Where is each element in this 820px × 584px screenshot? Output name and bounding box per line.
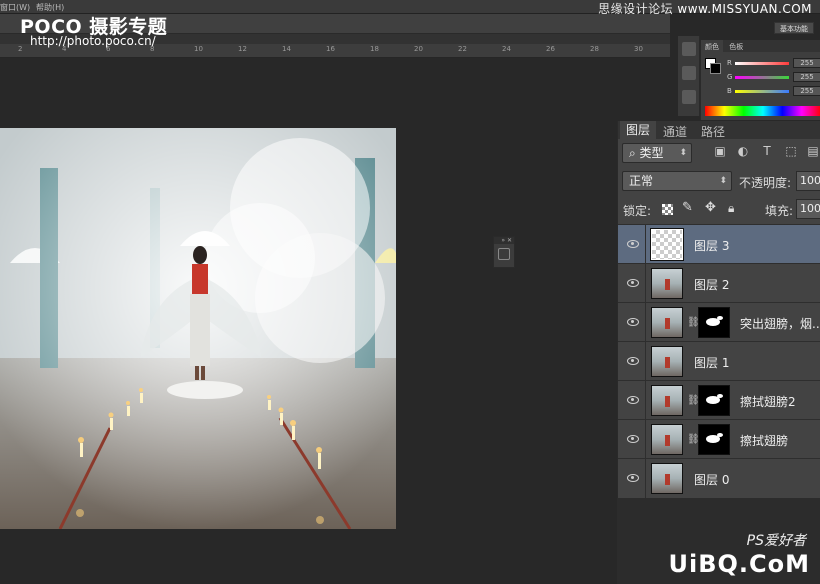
background-color-swatch[interactable]	[710, 63, 721, 74]
color-g-label: G	[727, 73, 733, 81]
lock-position-move-icon[interactable]: ✥	[705, 200, 716, 215]
visibility-eye-icon[interactable]	[627, 473, 639, 482]
adjustment-filter-icon[interactable]: ◐	[737, 145, 749, 157]
layer-mask-thumbnail[interactable]	[698, 385, 730, 416]
visibility-eye-icon[interactable]	[627, 434, 639, 443]
histogram-icon[interactable]	[681, 66, 696, 80]
lock-label: 锁定:	[623, 204, 652, 218]
lock-all-icon[interactable]: 🔒︎	[728, 201, 734, 216]
layer-name[interactable]: 图层 3	[694, 237, 729, 254]
layer-name[interactable]: 突出翅膀，烟...	[740, 315, 820, 332]
poco-logo: POCO 摄影专题 http://photo.poco.cn/	[20, 12, 167, 48]
tab-channels[interactable]: 通道	[663, 123, 687, 140]
layer-row[interactable]: 图层 1	[618, 341, 820, 381]
dock-collapse-icon[interactable]: » ✕	[494, 237, 514, 244]
color-b-value[interactable]: 255	[793, 86, 820, 96]
watermark-top: 思缘设计论坛 www.MISSYUAN.COM	[598, 0, 812, 16]
layer-filter-value: 类型	[639, 146, 664, 160]
layer-row[interactable]: ⛓ 擦拭翅膀2	[618, 380, 820, 420]
layer-row-divider	[645, 303, 646, 342]
layers-panel-tabs: 图层 通道 路径	[618, 121, 820, 139]
layer-name[interactable]: 图层 0	[694, 471, 729, 488]
layer-name[interactable]: 图层 2	[694, 276, 729, 293]
blend-mode-select[interactable]: 正常 ⬍	[622, 171, 732, 191]
layer-list: 图层 3 图层 2 ⛓ 突出翅膀，烟... 图层 1 ⛓ 擦拭翅膀2 ⛓ 擦拭翅膀图层 0	[618, 224, 820, 498]
properties-icon[interactable]	[498, 248, 510, 260]
color-g-value[interactable]: 255	[793, 72, 820, 82]
layer-name[interactable]: 擦拭翅膀	[740, 432, 788, 449]
layer-row[interactable]: ⛓ 突出翅膀，烟...	[618, 302, 820, 342]
tab-swatches[interactable]: 色板	[725, 40, 747, 54]
smart-object-filter-icon[interactable]: ▤	[807, 145, 819, 157]
layers-panel: 图层 通道 路径 ⌕ 类型 ⬍ ▣ ◐ T ⬚ ▤ 正常 ⬍ 不透明度: 100…	[617, 121, 820, 498]
color-b-label: B	[727, 87, 732, 95]
updown-icon: ⬍	[679, 148, 687, 158]
tab-paths[interactable]: 路径	[701, 123, 725, 140]
color-row-b: B 255	[727, 86, 820, 98]
color-spectrum[interactable]	[705, 106, 820, 116]
watermark-top-url: www.MISSYUAN.COM	[677, 2, 812, 16]
opacity-label: 不透明度:	[739, 176, 792, 190]
layer-row-divider	[645, 225, 646, 264]
watermark-site: UiBQ.CoM	[668, 550, 810, 578]
updown-icon: ⬍	[719, 176, 727, 186]
layer-thumbnail[interactable]	[650, 228, 684, 261]
visibility-eye-icon[interactable]	[627, 239, 639, 248]
panel-icon-strip	[678, 36, 700, 116]
watermark-ps: PS爱好者	[746, 533, 806, 549]
layer-thumbnail[interactable]	[651, 346, 683, 377]
color-g-slider[interactable]	[735, 76, 789, 79]
visibility-eye-icon[interactable]	[627, 395, 639, 404]
color-row-g: G 255	[727, 72, 820, 84]
layer-mask-thumbnail[interactable]	[698, 424, 730, 455]
layer-row-divider	[645, 264, 646, 303]
layer-name[interactable]: 图层 1	[694, 354, 729, 371]
layer-thumbnail[interactable]	[651, 385, 683, 416]
layer-mask-thumbnail[interactable]	[698, 307, 730, 338]
opacity-input[interactable]: 100	[796, 171, 820, 191]
tab-color[interactable]: 颜色	[701, 40, 723, 54]
color-r-label: R	[727, 59, 732, 67]
search-icon: ⌕	[629, 146, 640, 160]
layer-row[interactable]: 图层 2	[618, 263, 820, 303]
blend-mode-value: 正常	[629, 174, 654, 188]
color-panel: 颜色 色板 R 255 G 255 B 255	[700, 40, 820, 120]
color-r-value[interactable]: 255	[793, 58, 820, 68]
fill-input[interactable]: 100	[796, 199, 820, 219]
color-panel-tabs: 颜色 色板	[701, 40, 820, 54]
lock-transparent-icon[interactable]	[662, 204, 673, 215]
layer-row[interactable]: ⛓ 擦拭翅膀	[618, 419, 820, 459]
adjustments-icon[interactable]	[681, 42, 696, 56]
image-filter-icon[interactable]: ▣	[714, 145, 726, 157]
tab-layers[interactable]: 图层	[620, 121, 657, 139]
visibility-eye-icon[interactable]	[627, 317, 639, 326]
layer-row[interactable]: 图层 3	[618, 224, 820, 264]
canvas-photo	[0, 128, 396, 529]
layer-thumbnail[interactable]	[651, 268, 683, 299]
type-filter-icon[interactable]: T	[761, 145, 773, 157]
layer-row-divider	[645, 420, 646, 459]
layer-thumbnail[interactable]	[651, 463, 683, 494]
document-canvas[interactable]	[0, 128, 396, 529]
brush-preset-icon[interactable]	[681, 90, 696, 104]
visibility-eye-icon[interactable]	[627, 278, 639, 287]
shape-filter-icon[interactable]: ⬚	[785, 145, 797, 157]
layer-row-divider	[645, 381, 646, 420]
layer-row[interactable]: 图层 0	[618, 458, 820, 498]
layer-thumbnail[interactable]	[651, 307, 683, 338]
layer-row-divider	[645, 342, 646, 381]
layer-filter-select[interactable]: ⌕ 类型 ⬍	[622, 143, 692, 163]
layer-row-divider	[645, 459, 646, 498]
workspace-basic-button[interactable]: 基本功能	[774, 22, 814, 34]
collapsed-panel-dock[interactable]: » ✕	[493, 236, 515, 268]
lock-pixels-brush-icon[interactable]: ✎	[682, 200, 693, 215]
color-b-slider[interactable]	[735, 90, 789, 93]
color-r-slider[interactable]	[735, 62, 789, 65]
layer-thumbnail[interactable]	[651, 424, 683, 455]
color-row-r: R 255	[727, 58, 820, 70]
fill-label: 填充:	[765, 204, 794, 218]
visibility-eye-icon[interactable]	[627, 356, 639, 365]
poco-url: http://photo.poco.cn/	[30, 34, 156, 48]
layer-name[interactable]: 擦拭翅膀2	[740, 393, 796, 410]
